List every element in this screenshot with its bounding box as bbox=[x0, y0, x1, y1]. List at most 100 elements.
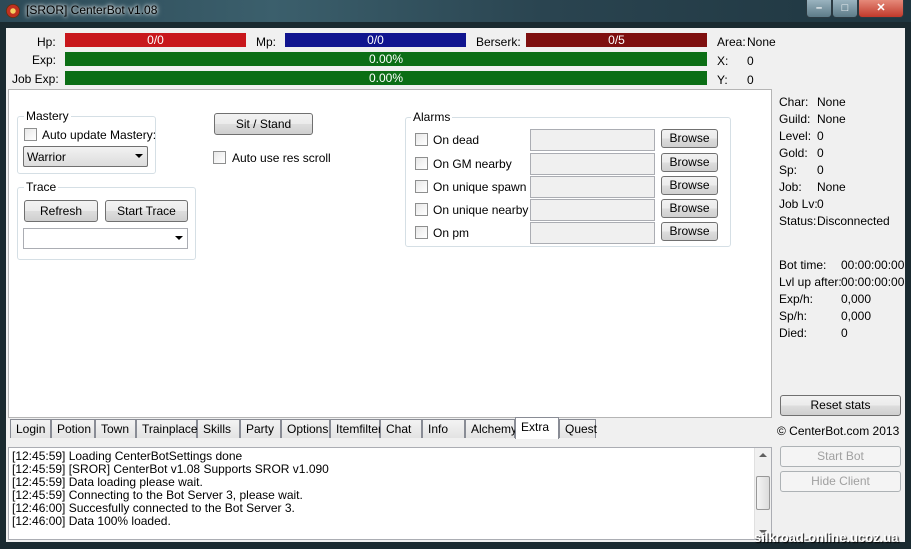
tab-login[interactable]: Login bbox=[10, 419, 51, 438]
on-unique-nearby-path-field[interactable] bbox=[530, 199, 655, 221]
on-dead-browse-button[interactable]: Browse bbox=[661, 129, 718, 148]
stat-label: Exp/h: bbox=[779, 292, 814, 306]
char-info-value: Disconnected bbox=[817, 214, 890, 228]
tab-quest[interactable]: Quest bbox=[559, 419, 597, 438]
trace-select[interactable] bbox=[23, 228, 188, 249]
stat-value: 0,000 bbox=[841, 292, 872, 306]
on-gm-nearby-path-field[interactable] bbox=[530, 153, 655, 175]
log-scroll-thumb[interactable] bbox=[756, 476, 770, 510]
tab-alchemy[interactable]: Alchemy bbox=[465, 419, 517, 438]
trace-group bbox=[17, 187, 196, 260]
stat-label: Died: bbox=[779, 326, 808, 340]
tab-potion[interactable]: Potion bbox=[51, 419, 95, 438]
tab-party[interactable]: Party bbox=[240, 419, 281, 438]
char-info-value: None bbox=[817, 95, 846, 109]
on-dead-checkbox[interactable] bbox=[415, 133, 428, 146]
log-lines: [12:45:59] Loading CenterBotSettings don… bbox=[12, 450, 329, 528]
scroll-up-icon[interactable] bbox=[759, 453, 767, 457]
berserk-bar: 0/5 bbox=[526, 33, 707, 47]
hp-label: Hp: bbox=[37, 35, 56, 49]
on-dead-path-field[interactable] bbox=[530, 129, 655, 151]
char-info-label: Status: bbox=[779, 214, 817, 228]
mp-bar: 0/0 bbox=[285, 33, 466, 47]
on-gm-nearby-checkbox[interactable] bbox=[415, 157, 428, 170]
auto-update-mastery-checkbox[interactable] bbox=[24, 128, 37, 141]
reset-stats-button[interactable]: Reset stats bbox=[780, 395, 901, 416]
window-title: [SROR] CenterBot v1.08 bbox=[26, 3, 158, 17]
tab-chat[interactable]: Chat bbox=[380, 419, 422, 438]
auto-res-scroll-checkbox[interactable] bbox=[213, 151, 226, 164]
tab-options[interactable]: Options bbox=[281, 419, 330, 438]
mp-label: Mp: bbox=[256, 35, 277, 49]
watermark-text: silkroad-online.ucoz.ua bbox=[754, 530, 899, 545]
log-scrollbar[interactable] bbox=[754, 448, 771, 539]
log-panel: [12:45:59] Loading CenterBotSettings don… bbox=[8, 447, 772, 540]
tab-town[interactable]: Town bbox=[95, 419, 136, 438]
stat-label: Lvl up after: bbox=[779, 275, 842, 289]
copyright-text: © CenterBot.com 2013 bbox=[777, 424, 900, 438]
char-info-label: Level: bbox=[779, 129, 812, 143]
chevron-down-icon bbox=[135, 154, 143, 158]
auto-update-mastery-label: Auto update Mastery: bbox=[42, 128, 157, 142]
x-label: X: bbox=[717, 54, 729, 68]
on-pm-browse-button[interactable]: Browse bbox=[661, 222, 718, 241]
char-info-label: Job Lv: bbox=[779, 197, 818, 211]
chevron-down-icon bbox=[175, 236, 183, 240]
char-info-label: Gold: bbox=[779, 146, 808, 160]
sit-stand-button[interactable]: Sit / Stand bbox=[214, 113, 313, 135]
on-unique-spawn-path-field[interactable] bbox=[530, 176, 655, 198]
area-label: Area: bbox=[717, 35, 746, 49]
tab-extra[interactable]: Extra bbox=[515, 417, 559, 439]
berserk-label: Berserk: bbox=[476, 35, 521, 49]
mastery-select[interactable]: Warrior bbox=[23, 146, 148, 167]
hide-client-button[interactable]: Hide Client bbox=[780, 471, 901, 492]
auto-res-scroll-label: Auto use res scroll bbox=[232, 151, 331, 165]
trace-title: Trace bbox=[24, 180, 59, 194]
char-info-label: Char: bbox=[779, 95, 809, 109]
char-info-value: 0 bbox=[817, 197, 824, 211]
start-bot-button[interactable]: Start Bot bbox=[780, 446, 901, 467]
tab-info[interactable]: Info bbox=[422, 419, 465, 438]
on-pm-path-field[interactable] bbox=[530, 222, 655, 244]
stat-value: 0 bbox=[841, 326, 848, 340]
on-unique-spawn-browse-button[interactable]: Browse bbox=[661, 176, 718, 195]
start-trace-button[interactable]: Start Trace bbox=[105, 200, 188, 222]
on-unique-spawn-checkbox[interactable] bbox=[415, 180, 428, 193]
on-gm-nearby-browse-button[interactable]: Browse bbox=[661, 153, 718, 172]
on-pm-label: On pm bbox=[433, 226, 470, 240]
log-line: [12:46:00] Data 100% loaded. bbox=[12, 514, 171, 528]
char-info-value: 0 bbox=[817, 146, 824, 160]
job-exp-label: Job Exp: bbox=[12, 72, 59, 86]
tab-trainplace[interactable]: Trainplace bbox=[136, 419, 198, 438]
stat-value: 00:00:00:00 bbox=[841, 275, 905, 289]
char-info-value: None bbox=[817, 112, 846, 126]
hp-bar: 0/0 bbox=[65, 33, 246, 47]
area-value: None bbox=[747, 35, 776, 49]
tab-itemfilter[interactable]: Itemfilter bbox=[330, 419, 382, 438]
on-gm-nearby-label: On GM nearby bbox=[433, 157, 512, 171]
on-unique-nearby-checkbox[interactable] bbox=[415, 203, 428, 216]
char-info-value: 0 bbox=[817, 163, 824, 177]
tab-skills[interactable]: Skills bbox=[197, 419, 240, 438]
stat-value: 00:00:00:00 bbox=[841, 258, 905, 272]
mastery-title: Mastery bbox=[24, 109, 71, 123]
on-pm-checkbox[interactable] bbox=[415, 226, 428, 239]
close-button[interactable]: ✕ bbox=[858, 0, 904, 18]
exp-bar: 0.00% bbox=[65, 52, 707, 66]
mastery-select-value: Warrior bbox=[27, 150, 66, 164]
char-info-label: Guild: bbox=[779, 112, 811, 126]
on-unique-nearby-label: On unique nearby bbox=[433, 203, 529, 217]
minimize-button[interactable]: – bbox=[806, 0, 832, 18]
stat-label: Sp/h: bbox=[779, 309, 808, 323]
stat-value: 0,000 bbox=[841, 309, 872, 323]
y-value: 0 bbox=[747, 73, 754, 87]
y-label: Y: bbox=[717, 73, 728, 87]
title-bar: [SROR] CenterBot v1.08 bbox=[0, 0, 911, 22]
maximize-button[interactable]: □ bbox=[832, 0, 858, 18]
refresh-button[interactable]: Refresh bbox=[24, 200, 98, 222]
exp-label: Exp: bbox=[32, 53, 57, 67]
alarms-title: Alarms bbox=[411, 110, 453, 124]
job-exp-bar: 0.00% bbox=[65, 71, 707, 85]
on-unique-nearby-browse-button[interactable]: Browse bbox=[661, 199, 718, 218]
app-icon bbox=[6, 4, 20, 18]
